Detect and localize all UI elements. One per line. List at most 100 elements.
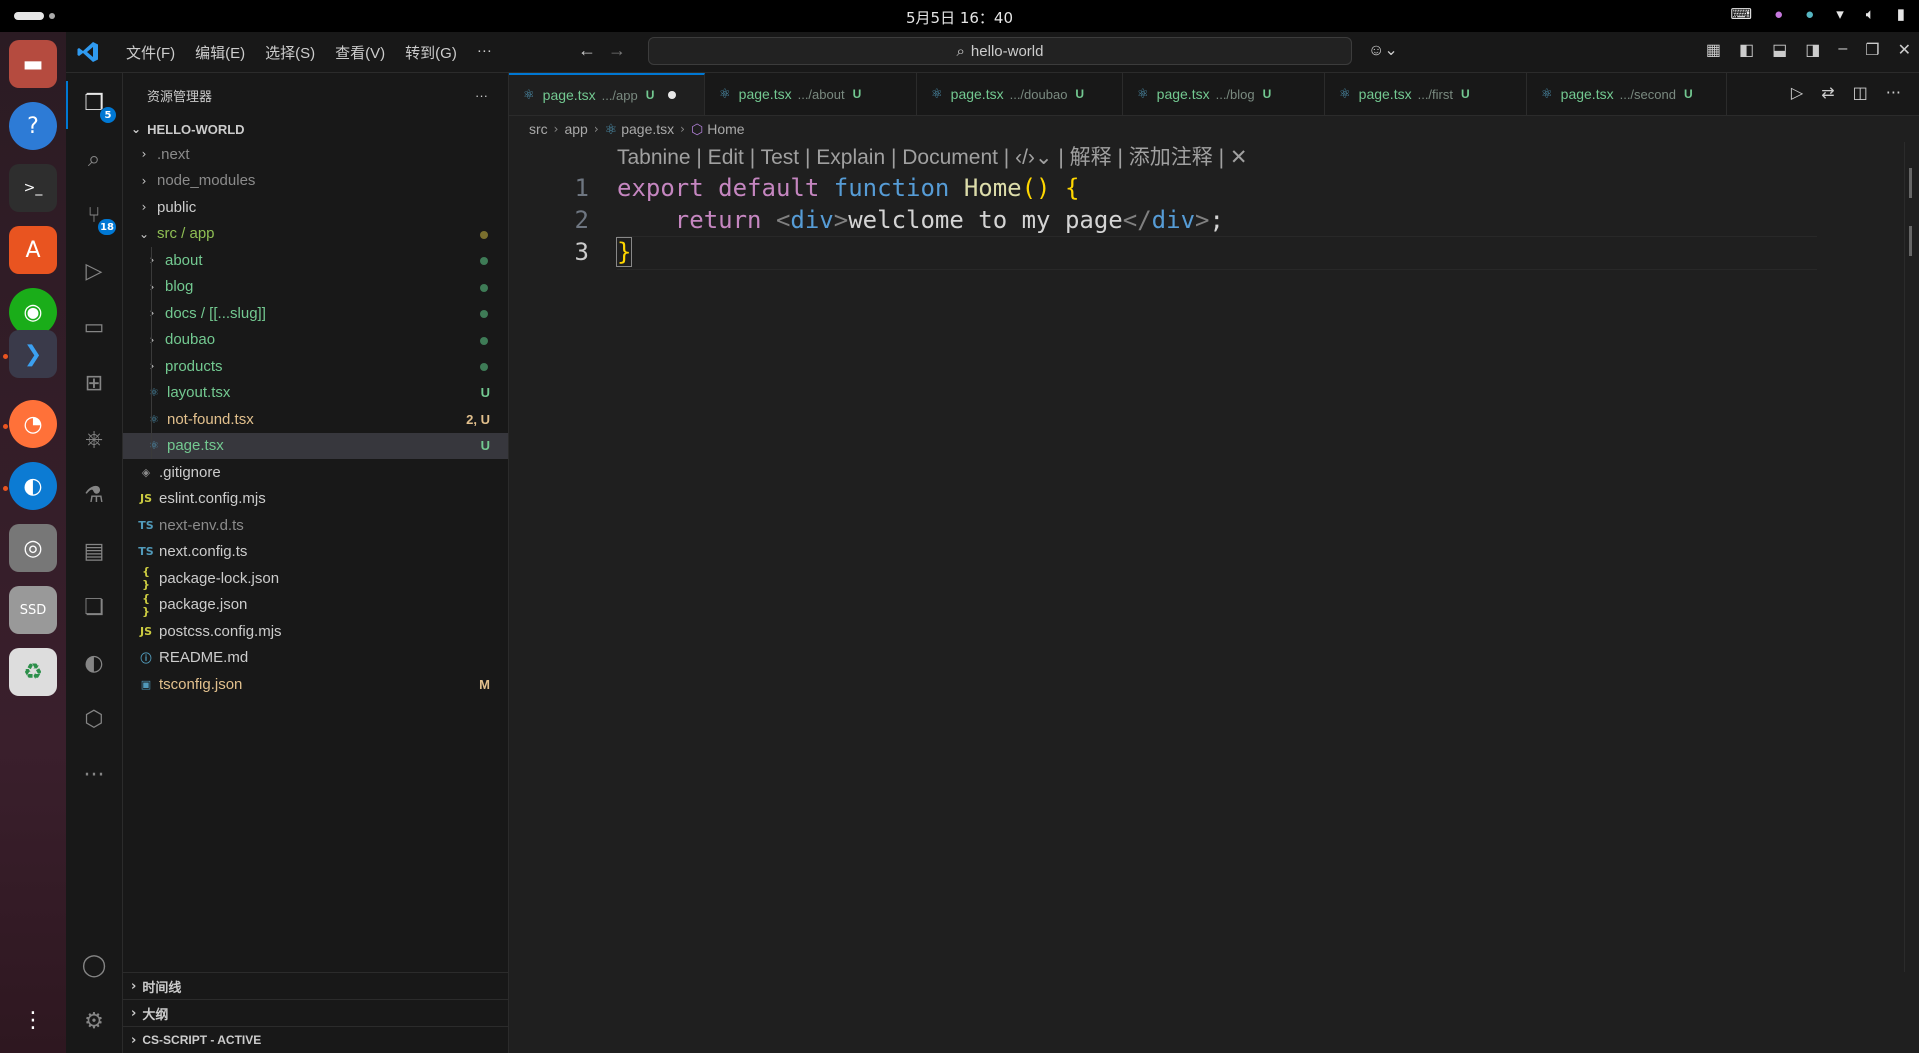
tree-item[interactable]: TS next-env.d.ts — [123, 512, 508, 539]
editor-tab[interactable]: ⚛ page.tsx .../blog U — [1123, 73, 1325, 115]
editor-tab[interactable]: ⚛ page.tsx .../doubao U — [917, 73, 1123, 115]
wifi-icon[interactable]: ▾ — [1836, 5, 1844, 23]
toggle-primary-sidebar-icon[interactable]: ◧ — [1739, 40, 1754, 60]
file-tree: › .next › node_modules › public ⌄ src / app › abo… — [123, 141, 508, 698]
cs-script-panel[interactable]: › CS-SCRIPT - ACTIVE — [123, 1026, 508, 1053]
editor-tab[interactable]: ⚛ page.tsx .../app U — [509, 73, 705, 115]
outline-panel[interactable]: › 大纲 — [123, 999, 508, 1026]
menu-file[interactable]: 文件(F) — [116, 42, 185, 63]
explorer-more-actions-icon[interactable]: ··· — [475, 88, 488, 103]
tree-item[interactable]: ⚛ not-found.tsx 2, U — [123, 406, 508, 433]
tree-item[interactable]: JS postcss.config.mjs — [123, 618, 508, 645]
timeline-panel[interactable]: › 时间线 — [123, 972, 508, 999]
minimize-icon[interactable]: – — [1838, 40, 1847, 60]
menu-edit[interactable]: 编辑(E) — [185, 42, 255, 63]
tree-item[interactable]: › docs / [[...slug]] — [123, 300, 508, 327]
settings-gear-icon[interactable]: ⚙ — [78, 1005, 110, 1037]
editor-scrollbar[interactable] — [1904, 142, 1915, 972]
compare-changes-icon[interactable]: ⇄ — [1821, 83, 1834, 102]
edge-devtools-icon[interactable]: ◐ — [78, 647, 110, 679]
breadcrumb-symbol[interactable]: Home — [707, 121, 744, 137]
workspace-root[interactable]: ⌄ HELLO-WORLD — [123, 117, 508, 141]
app-indicator-icon-2[interactable]: ● — [1805, 6, 1814, 23]
run-debug-icon[interactable]: ▷ — [78, 255, 110, 287]
customize-layout-icon[interactable]: ▦ — [1706, 40, 1721, 60]
show-apps-icon[interactable]: ⋮ — [9, 996, 57, 1044]
app-indicator-icon[interactable]: ● — [1774, 6, 1783, 23]
remote-explorer-icon[interactable]: ▭ — [78, 311, 110, 343]
terminal-app-icon[interactable]: >_ — [9, 164, 57, 212]
tree-item[interactable]: › public — [123, 194, 508, 221]
command-center-search[interactable]: ⌕ hello-world — [648, 37, 1352, 65]
copilot-icon[interactable]: ☺︎⌄ — [1368, 40, 1398, 60]
editor-tab[interactable]: ⚛ page.tsx .../about U — [705, 73, 917, 115]
tree-item[interactable]: JS eslint.config.mjs — [123, 486, 508, 513]
restore-icon[interactable]: ❐ — [1865, 40, 1879, 60]
split-editor-icon[interactable]: ◫ — [1853, 83, 1868, 102]
search-view-icon[interactable]: ⌕ — [78, 143, 110, 175]
system-clock[interactable]: 5月5日 16：40 — [0, 7, 1919, 28]
menu-more[interactable]: ··· — [467, 42, 502, 63]
disc-app-icon[interactable]: ◎ — [9, 524, 57, 572]
unsaved-dot-icon[interactable] — [668, 91, 677, 99]
code-line[interactable]: 2 return <div>welclome to my page</div>; — [509, 204, 1809, 236]
tree-item[interactable]: ⌄ src / app — [123, 221, 508, 248]
accounts-icon[interactable]: ◯ — [78, 949, 110, 981]
forward-arrow-icon[interactable]: → — [608, 40, 626, 61]
tree-item[interactable]: ⚛ page.tsx U — [123, 432, 508, 459]
code-editor[interactable]: Tabnine | Edit | Test | Explain | Docume… — [509, 142, 1919, 1053]
editor-tab[interactable]: ⚛ page.tsx .../first U — [1325, 73, 1527, 115]
tree-item[interactable]: { } package.json — [123, 592, 508, 619]
edge-app-icon[interactable]: ◐ — [9, 462, 57, 510]
close-window-icon[interactable]: ✕ — [1898, 40, 1911, 60]
explorer-icon[interactable]: ❐ 5 — [78, 87, 116, 123]
tree-item[interactable]: › blog — [123, 273, 508, 300]
back-arrow-icon[interactable]: ← — [578, 40, 596, 61]
tree-item[interactable]: › .next — [123, 141, 508, 168]
keyboard-icon[interactable]: ⌨ — [1730, 5, 1752, 23]
docker-icon[interactable]: ▤ — [78, 535, 110, 567]
tree-item[interactable]: { } package-lock.json — [123, 565, 508, 592]
source-control-icon[interactable]: ⑂ 18 — [78, 199, 116, 235]
app-center-icon[interactable]: A — [9, 226, 57, 274]
remote-window-icon[interactable]: ❏ — [78, 591, 110, 623]
tree-item[interactable]: ◈ .gitignore — [123, 459, 508, 486]
volume-icon[interactable]: 🔈︎ — [1866, 6, 1875, 23]
files-app-icon[interactable]: ▬ — [9, 40, 57, 88]
menu-view[interactable]: 查看(V) — [325, 42, 395, 63]
wechat-app-icon[interactable]: ◉ — [9, 288, 57, 336]
toggle-secondary-sidebar-icon[interactable]: ◨ — [1805, 40, 1820, 60]
tabnine-codelens[interactable]: Tabnine | Edit | Test | Explain | Docume… — [617, 142, 1247, 170]
testing-icon[interactable]: ⚗ — [78, 479, 110, 511]
kubernetes-icon[interactable]: ⎈ — [78, 423, 110, 455]
tree-item[interactable]: TS next.config.ts — [123, 539, 508, 566]
menu-selection[interactable]: 选择(S) — [255, 42, 325, 63]
tree-item[interactable]: › products — [123, 353, 508, 380]
tree-item[interactable]: › about — [123, 247, 508, 274]
package-icon[interactable]: ⬡ — [78, 703, 110, 735]
battery-icon[interactable]: ▮ — [1897, 5, 1905, 23]
firefox-app-icon[interactable]: ◔ — [9, 400, 57, 448]
breadcrumb-src[interactable]: src — [529, 121, 548, 137]
code-line[interactable]: 3} — [509, 236, 1809, 268]
code-line[interactable]: 1 export default function Home() { — [509, 172, 1809, 204]
tree-item[interactable]: › node_modules — [123, 168, 508, 195]
editor-tab[interactable]: ⚛ page.tsx .../second U — [1527, 73, 1727, 115]
vscode-app-icon[interactable]: ❯ — [9, 330, 57, 378]
system-tray[interactable]: ⌨ ● ● ▾ 🔈︎ ▮ — [1730, 5, 1905, 24]
breadcrumb-app[interactable]: app — [564, 121, 587, 137]
more-views-icon[interactable]: ··· — [78, 759, 110, 791]
tree-item[interactable]: ⚛ layout.tsx U — [123, 379, 508, 406]
more-actions-icon[interactable]: ··· — [1886, 83, 1901, 102]
breadcrumb-file[interactable]: page.tsx — [621, 121, 674, 137]
menu-go[interactable]: 转到(G) — [395, 42, 467, 63]
run-icon[interactable]: ▷ — [1791, 83, 1803, 102]
tree-item[interactable]: › doubao — [123, 326, 508, 353]
help-app-icon[interactable]: ? — [9, 102, 57, 150]
trash-icon[interactable]: ♻ — [9, 648, 57, 696]
tree-item[interactable]: ⓘ README.md — [123, 645, 508, 672]
tree-item[interactable]: ▣ tsconfig.json M — [123, 671, 508, 698]
ssd-drive-icon[interactable]: SSD — [9, 586, 57, 634]
toggle-panel-icon[interactable]: ⬓ — [1772, 40, 1787, 60]
extensions-icon[interactable]: ⊞ — [78, 367, 110, 399]
